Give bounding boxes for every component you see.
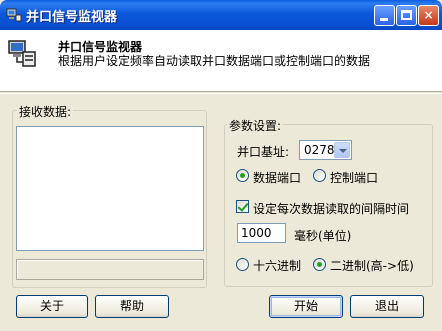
radio-binary[interactable]	[313, 258, 326, 271]
minimize-button[interactable]	[374, 5, 395, 26]
base-address-value: 0278	[304, 143, 335, 157]
interval-input[interactable]: 1000	[237, 223, 286, 243]
start-button[interactable]: 开始	[269, 295, 343, 318]
radio-hex[interactable]	[236, 258, 249, 271]
title-bar[interactable]: 并口信号监视器 ×	[0, 0, 442, 30]
base-address-select[interactable]: 0278	[299, 140, 352, 160]
about-button[interactable]: 关于	[16, 295, 88, 318]
minimize-icon	[380, 18, 388, 21]
receive-data-list[interactable]	[16, 126, 204, 251]
interval-checkbox[interactable]	[236, 200, 249, 213]
header-panel: 并口信号监视器 根据用户设定频率自动读取并口数据端口或控制端口的数据	[0, 30, 442, 92]
interval-checkbox-label: 设定每次数据读取的间隔时间	[253, 202, 410, 216]
dropdown-arrow-icon[interactable]	[334, 142, 350, 158]
interval-unit-label: 毫秒(单位)	[294, 229, 352, 243]
hex-label: 十六进制	[253, 259, 302, 273]
maximize-button[interactable]	[396, 5, 417, 26]
radio-data-port[interactable]	[236, 169, 249, 182]
app-window: 并口信号监视器 × 并口信号监视器 根据用户设定频率自动读取并口数据端口或控制端…	[0, 0, 442, 331]
receive-status-box	[16, 259, 204, 280]
radio-control-port[interactable]	[313, 169, 326, 182]
settings-group-label: 参数设置:	[227, 117, 284, 134]
exit-button[interactable]: 退出	[350, 295, 424, 318]
close-icon: ×	[423, 8, 434, 22]
base-address-label: 并口基址:	[237, 145, 290, 159]
window-title: 并口信号监视器	[26, 10, 118, 25]
parallel-port-monitor-icon	[8, 40, 36, 67]
receive-data-label: 接收数据:	[17, 103, 74, 120]
control-port-label: 控制端口	[330, 171, 379, 185]
help-button[interactable]: 帮助	[95, 295, 169, 318]
computer-network-icon	[6, 8, 22, 22]
data-port-label: 数据端口	[253, 171, 302, 185]
maximize-icon	[401, 10, 412, 20]
header-description: 根据用户设定频率自动读取并口数据端口或控制端口的数据	[58, 54, 371, 68]
close-button[interactable]: ×	[418, 5, 439, 26]
header-divider	[0, 93, 442, 95]
binary-label: 二进制(高->低)	[330, 259, 414, 273]
